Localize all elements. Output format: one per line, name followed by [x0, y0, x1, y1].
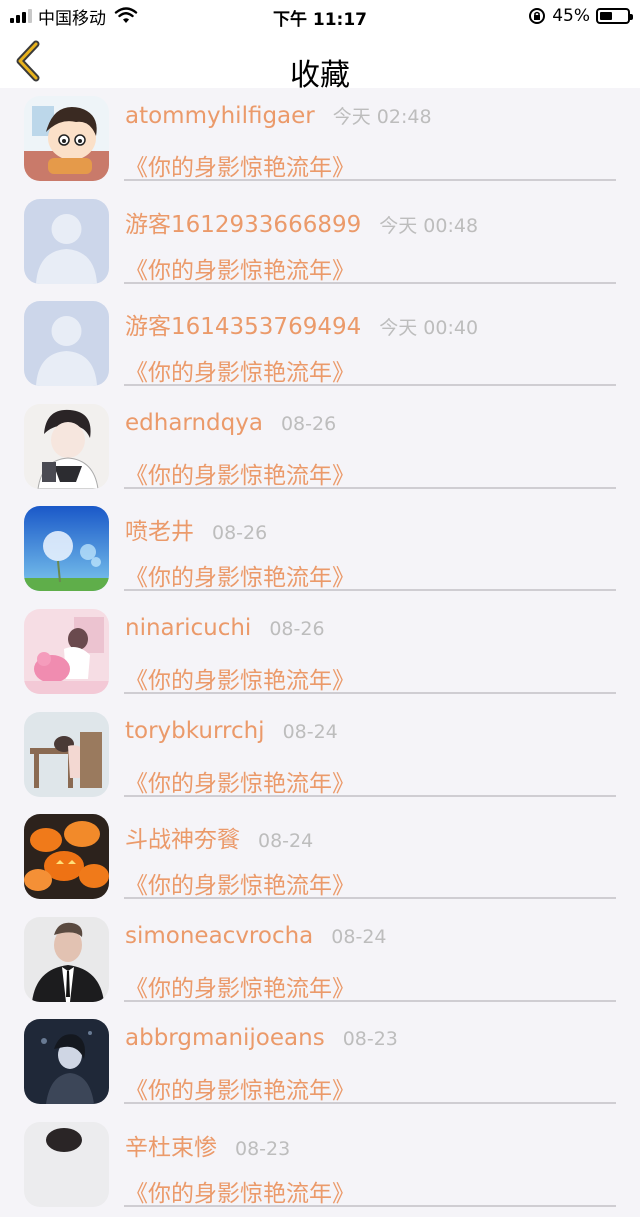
name-line: 辛杜束惨 08-23: [125, 1128, 290, 1162]
timestamp: 今天 00:40: [379, 317, 479, 340]
user-name[interactable]: 游客1614353769494: [125, 307, 361, 341]
name-line: atommyhilfigaer 今天 02:48: [125, 102, 432, 129]
user-name[interactable]: 喷老井: [125, 512, 194, 546]
list-item[interactable]: 游客1614353769494 今天 00:40 《你的身影惊艳流年》: [0, 293, 640, 396]
divider: [124, 1204, 616, 1207]
divider: [124, 486, 616, 489]
dandelion-sky-avatar[interactable]: [24, 506, 109, 592]
nav-bar: 收藏: [0, 32, 640, 93]
cartoon-boy-avatar[interactable]: [24, 96, 109, 181]
default-person-avatar[interactable]: [24, 301, 109, 387]
user-name[interactable]: simoneacvrocha: [125, 923, 313, 949]
timestamp: 08-26: [269, 617, 325, 640]
item-title[interactable]: 《你的身影惊艳流年》: [125, 661, 355, 695]
user-name[interactable]: atommyhilfigaer: [125, 103, 315, 129]
item-title[interactable]: 《你的身影惊艳流年》: [125, 251, 355, 285]
name-line: edharndqya 08-26: [125, 410, 336, 436]
list-item[interactable]: 斗战神夯餮 08-24 《你的身影惊艳流年》: [0, 806, 640, 909]
list-item[interactable]: 喷老井 08-26 《你的身影惊艳流年》: [0, 498, 640, 601]
user-name[interactable]: torybkurrchj: [125, 718, 265, 744]
divider: [124, 897, 616, 900]
timestamp: 08-23: [235, 1137, 291, 1160]
list-item[interactable]: abbrgmanijoeans 08-23 《你的身影惊艳流年》: [0, 1011, 640, 1114]
timestamp: 08-23: [342, 1028, 398, 1051]
name-line: 游客1614353769494 今天 00:40: [125, 307, 478, 341]
battery-level: [600, 12, 612, 20]
item-title[interactable]: 《你的身影惊艳流年》: [125, 148, 355, 182]
item-title[interactable]: 《你的身影惊艳流年》: [125, 969, 355, 1003]
name-line: ninaricuchi 08-26: [125, 615, 325, 641]
timestamp: 08-24: [282, 720, 338, 743]
divider: [124, 281, 616, 284]
divider: [124, 794, 616, 797]
favorites-list: atommyhilfigaer 今天 02:48 《你的身影惊艳流年》 游客16129…: [0, 88, 640, 1217]
list-item[interactable]: edharndqya 08-26 《你的身影惊艳流年》: [0, 396, 640, 499]
divider: [124, 1102, 616, 1105]
timestamp: 08-24: [331, 925, 387, 948]
name-line: 游客1612933666899 今天 00:48: [125, 205, 478, 239]
divider: [124, 179, 616, 181]
timestamp: 08-24: [258, 830, 314, 853]
girl-desk-avatar[interactable]: [24, 711, 109, 797]
name-line: 喷老井 08-26: [125, 512, 267, 546]
user-name[interactable]: 斗战神夯餮: [125, 820, 240, 854]
divider: [124, 691, 616, 694]
battery-percent: 45%: [552, 6, 590, 26]
item-title[interactable]: 《你的身影惊艳流年》: [125, 764, 355, 798]
user-name[interactable]: 辛杜束惨: [125, 1128, 217, 1162]
timestamp: 08-26: [280, 412, 337, 435]
name-line: abbrgmanijoeans 08-23: [125, 1025, 398, 1051]
list-item[interactable]: torybkurrchj 08-24 《你的身影惊艳流年》: [0, 704, 640, 807]
item-title[interactable]: 《你的身影惊艳流年》: [125, 558, 355, 592]
man-suit-avatar[interactable]: [24, 916, 109, 1002]
list-item[interactable]: simoneacvrocha 08-24 《你的身影惊艳流年》: [0, 909, 640, 1012]
item-title[interactable]: 《你的身影惊艳流年》: [125, 353, 355, 387]
divider: [124, 589, 616, 592]
user-name[interactable]: 游客1612933666899: [125, 205, 361, 239]
pumpkins-avatar[interactable]: [24, 814, 109, 900]
list-item[interactable]: 游客1612933666899 今天 00:48 《你的身影惊艳流年》: [0, 191, 640, 294]
item-title[interactable]: 《你的身影惊艳流年》: [125, 866, 355, 900]
pink-girl-avatar[interactable]: [24, 608, 109, 694]
timestamp: 今天 00:48: [379, 214, 479, 237]
item-title[interactable]: 《你的身影惊艳流年》: [125, 1174, 355, 1208]
list-item[interactable]: atommyhilfigaer 今天 02:48 《你的身影惊艳流年》: [0, 88, 640, 191]
list-item[interactable]: ninaricuchi 08-26 《你的身影惊艳流年》: [0, 601, 640, 704]
status-bar: 中国移动 下午 11:17 45%: [0, 0, 640, 32]
item-title[interactable]: 《你的身影惊艳流年》: [125, 456, 355, 490]
user-name[interactable]: ninaricuchi: [125, 615, 251, 641]
divider: [124, 999, 616, 1002]
battery-icon: [596, 8, 633, 24]
list-item[interactable]: 辛杜束惨 08-23 《你的身影惊艳流年》: [0, 1114, 640, 1217]
status-right: 45%: [528, 5, 633, 27]
timestamp: 今天 02:48: [332, 106, 432, 128]
dark-portrait-avatar[interactable]: [24, 1019, 109, 1105]
name-line: torybkurrchj 08-24: [125, 718, 338, 744]
user-name[interactable]: abbrgmanijoeans: [125, 1025, 325, 1051]
user-name[interactable]: edharndqya: [125, 410, 263, 436]
default-person-avatar[interactable]: [24, 198, 109, 284]
name-line: simoneacvrocha 08-24: [125, 923, 387, 949]
timestamp: 08-26: [212, 522, 268, 545]
divider: [124, 384, 616, 387]
anime-boy-avatar[interactable]: [24, 403, 109, 489]
item-title[interactable]: 《你的身影惊艳流年》: [125, 1071, 355, 1105]
partial-avatar[interactable]: [24, 1121, 109, 1207]
rotation-lock-icon: [529, 8, 546, 24]
name-line: 斗战神夯餮 08-24: [125, 820, 313, 854]
